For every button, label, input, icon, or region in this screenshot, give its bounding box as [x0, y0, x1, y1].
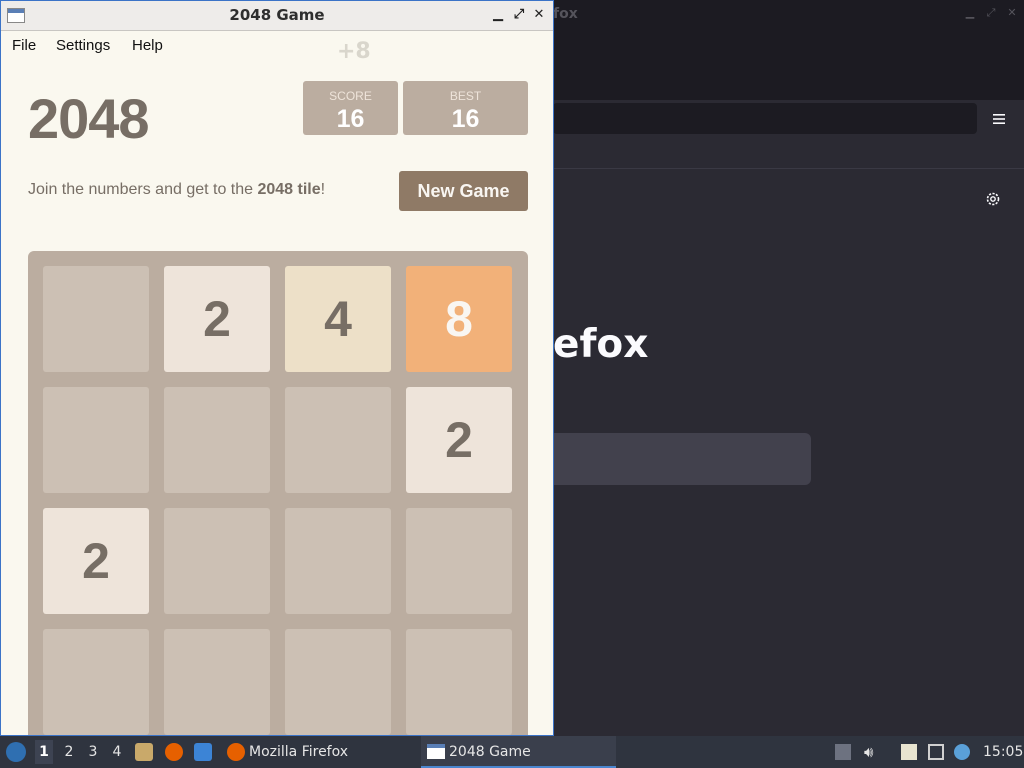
newtab-search-box[interactable]	[553, 433, 811, 485]
close-icon[interactable]: ✕	[531, 7, 547, 23]
url-bar[interactable]	[553, 103, 977, 134]
workspace-3[interactable]: 3	[84, 744, 102, 768]
minimize-icon[interactable]: ▁	[964, 7, 976, 19]
task-firefox[interactable]: Mozilla Firefox	[222, 736, 412, 768]
file-manager-icon[interactable]	[135, 743, 153, 761]
firefox-launcher-icon[interactable]	[165, 743, 183, 761]
score-value: 16	[336, 105, 365, 133]
intro-highlight: 2048 tile	[257, 181, 321, 198]
minimize-icon[interactable]: ▁	[490, 7, 506, 23]
firefox-title: fox	[553, 6, 578, 22]
notification-icon[interactable]	[954, 744, 970, 760]
intro-suffix: !	[320, 181, 326, 198]
clipboard-icon[interactable]	[901, 744, 917, 760]
game-board[interactable]: 24822	[28, 251, 528, 735]
empty-cell	[164, 387, 270, 493]
score-box: SCORE 16	[303, 81, 398, 135]
start-menu-icon[interactable]	[6, 742, 26, 762]
taskbar: 1 2 3 4 Mozilla Firefox 2048 Game 🔊︎ 15:…	[0, 736, 1024, 768]
workspace-1[interactable]: 1	[35, 740, 53, 764]
close-icon[interactable]: ✕	[1006, 7, 1018, 19]
tray-up-arrow-icon[interactable]	[835, 744, 851, 760]
network-icon[interactable]	[928, 744, 944, 760]
task-firefox-label: Mozilla Firefox	[249, 744, 349, 760]
intro-text: Join the numbers and get to the	[28, 181, 258, 198]
game-title: 2048	[28, 87, 150, 150]
task-2048[interactable]: 2048 Game	[421, 736, 616, 768]
best-label: BEST	[449, 89, 482, 103]
game-window: 2048 Game ▁ ⤢ ✕ File Settings Help +8 20…	[0, 0, 554, 736]
hamburger-menu-icon[interactable]	[990, 110, 1008, 128]
tile: 2	[164, 266, 270, 372]
clock: 15:05	[983, 744, 1024, 760]
new-game-button[interactable]: New Game	[399, 171, 528, 211]
empty-cell	[406, 629, 512, 735]
empty-cell	[164, 508, 270, 614]
maximize-icon[interactable]: ⤢	[985, 7, 997, 19]
maximize-icon[interactable]: ⤢	[511, 7, 527, 23]
window-title: 2048 Game	[229, 6, 325, 24]
workspace-2[interactable]: 2	[60, 744, 78, 768]
tile: 2	[43, 508, 149, 614]
task-2048-label: 2048 Game	[449, 744, 531, 760]
empty-cell	[285, 508, 391, 614]
empty-cell	[285, 629, 391, 735]
empty-cell	[43, 387, 149, 493]
score-label: SCORE	[329, 89, 372, 103]
best-value: 16	[451, 105, 480, 133]
firefox-brand-text: efox	[553, 322, 649, 367]
menu-settings[interactable]: Settings	[56, 37, 110, 54]
tile: 2	[406, 387, 512, 493]
empty-cell	[43, 629, 149, 735]
menubar: File Settings Help	[1, 31, 553, 61]
menu-help[interactable]: Help	[132, 37, 163, 54]
empty-cell	[406, 508, 512, 614]
firefox-icon	[227, 743, 245, 761]
game-intro: Join the numbers and get to the 2048 til…	[28, 181, 325, 199]
tile: 8	[406, 266, 512, 372]
menu-file[interactable]: File	[12, 37, 36, 54]
tile: 4	[285, 266, 391, 372]
volume-icon[interactable]: 🔊︎	[864, 744, 880, 760]
best-box: BEST 16	[403, 81, 528, 135]
window-icon	[427, 744, 445, 759]
window-titlebar: 2048 Game ▁ ⤢ ✕	[1, 1, 553, 31]
workspace-4[interactable]: 4	[108, 744, 126, 768]
desktop-icon[interactable]	[194, 743, 212, 761]
gear-icon[interactable]	[984, 190, 1002, 208]
empty-cell	[43, 266, 149, 372]
empty-cell	[285, 387, 391, 493]
empty-cell	[164, 629, 270, 735]
score-increment: +8	[337, 39, 371, 64]
